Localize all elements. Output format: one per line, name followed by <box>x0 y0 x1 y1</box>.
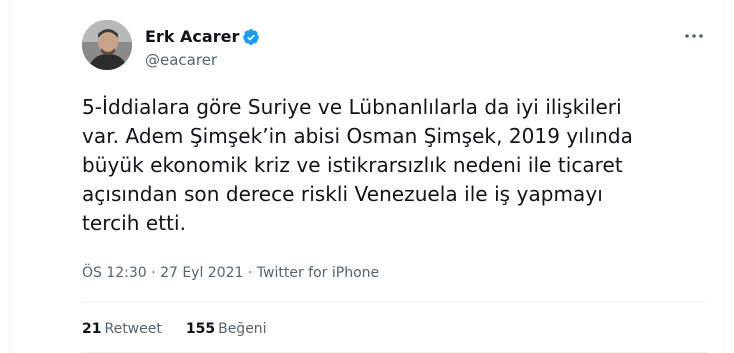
tweet-time[interactable]: ÖS 12:30 <box>82 265 147 281</box>
retweets-label: Retweet <box>104 321 162 337</box>
likes-count: 155 <box>185 321 216 337</box>
likes-stat[interactable]: 155 Beğeni <box>186 321 267 337</box>
likes-label: Beğeni <box>218 321 267 337</box>
more-options-button[interactable] <box>679 24 709 48</box>
divider <box>82 302 708 303</box>
avatar[interactable] <box>82 20 132 70</box>
tweet-text-line: tercih etti. <box>82 211 187 235</box>
author-name-row[interactable]: Erk Acarer <box>145 27 260 46</box>
tweet-source[interactable]: Twitter for iPhone <box>257 265 379 281</box>
tweet-stats: 21 Retweet 155 Beğeni <box>82 321 291 337</box>
tweet-text-line: var. Adem Şimşek’in abisi Osman Şimşek, … <box>82 124 633 148</box>
tweet-text: 5-İddialara göre Suriye ve Lübnanlılarla… <box>82 93 692 238</box>
verified-badge-icon <box>242 28 260 46</box>
author-name[interactable]: Erk Acarer <box>145 27 239 46</box>
tweet-text-line: 5-İddialara göre Suriye ve Lübnanlılarla… <box>82 95 622 119</box>
avatar-image <box>82 20 132 70</box>
retweets-stat[interactable]: 21 Retweet <box>82 321 162 337</box>
tweet-card: Erk Acarer @eacarer 5-İddialara göre Sur… <box>9 0 725 353</box>
tweet-meta: ÖS 12:30 · 27 Eyl 2021 · Twitter for iPh… <box>82 265 379 281</box>
tweet-date[interactable]: 27 Eyl 2021 <box>160 265 243 281</box>
author-handle[interactable]: @eacarer <box>145 51 217 69</box>
more-options-icon <box>685 34 703 38</box>
meta-separator: · <box>243 265 257 281</box>
meta-separator: · <box>146 265 161 281</box>
tweet-text-line: açısından son derece riskli Venezuela il… <box>82 182 603 206</box>
retweets-count: 21 <box>82 321 102 337</box>
tweet-text-line: büyük ekonomik kriz ve istikrarsızlık ne… <box>82 153 623 177</box>
